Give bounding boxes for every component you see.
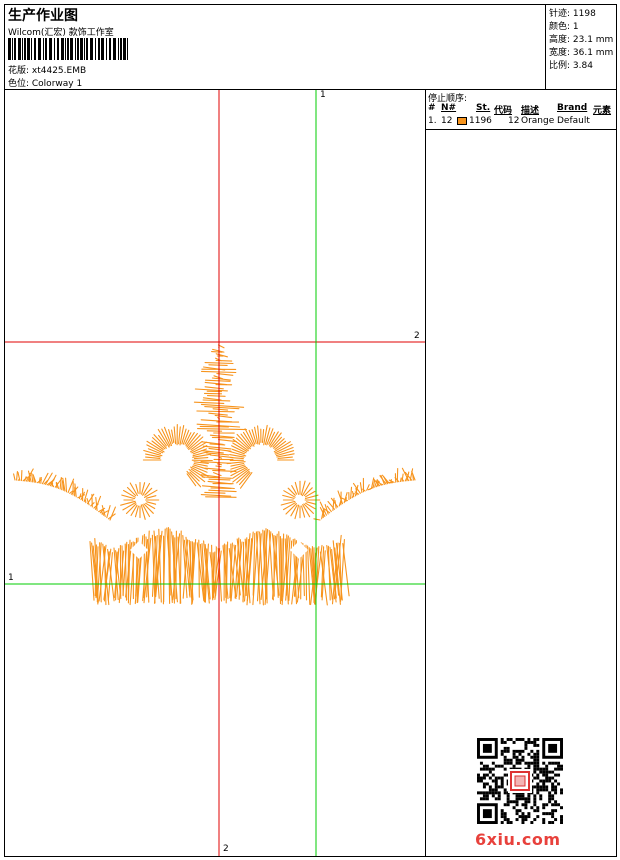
embroidery-preview [5,90,425,856]
header-info: 生产作业图 Wilcom(汇宏) 款饰工作室 花版: xt4425.EMB 色位… [5,5,545,89]
worksheet-frame: 生产作业图 Wilcom(汇宏) 款饰工作室 花版: xt4425.EMB 色位… [4,4,617,857]
col-brand: Brand [557,103,588,113]
horizontal-green-guide-label: 1 [8,573,14,583]
stop-table-header: # N# St. 代码 描述 Brand 元素 [426,103,616,116]
stat-stitches: 针迹: 1198 [549,9,596,19]
col-element: 元素 [593,106,612,116]
row-brand: Default [557,116,590,126]
col-index: # [428,103,436,113]
stat-colors: 颜色: 1 [549,22,579,32]
barcode [8,38,128,60]
vertical-red-guide-label: 2 [223,844,229,854]
crown-embroidery [13,344,416,606]
header: 生产作业图 Wilcom(汇宏) 款饰工作室 花版: xt4425.EMB 色位… [5,5,616,90]
software-subtitle: Wilcom(汇宏) 款饰工作室 [8,28,114,38]
row-needle: 12 [441,116,453,126]
col-code: 代码 [494,106,513,116]
design-filename: 花版: xt4425.EMB [8,66,87,76]
stat-scale: 比例: 3.84 [549,61,593,71]
horizontal-red-guide-label: 2 [414,331,420,341]
colorway-name: 色位: Colorway 1 [8,79,83,89]
stat-width: 宽度: 36.1 mm [549,48,614,58]
watermark-text: 6xiu.com [475,830,561,849]
row-description: Orange [521,116,555,126]
col-stitches: St. [476,103,491,113]
page-title: 生产作业图 [8,8,78,24]
thread-color-swatch [457,117,467,125]
design-canvas[interactable]: 2 2 1 1 [5,90,426,856]
vertical-green-guide-label: 1 [320,90,326,100]
qr-code[interactable] [477,738,563,824]
table-divider [426,129,616,130]
stat-height: 高度: 23.1 mm [549,35,614,45]
col-description: 描述 [521,106,540,116]
row-stitches: 1196 [469,116,492,126]
row-index: 1. [428,116,437,126]
col-needle: N# [441,103,457,113]
row-code: 12 [508,116,520,126]
design-stats: 针迹: 1198 颜色: 1 高度: 23.1 mm 宽度: 36.1 mm 比… [545,5,617,89]
table-row[interactable]: 1. 12 1196 12 Orange Default [426,116,616,128]
